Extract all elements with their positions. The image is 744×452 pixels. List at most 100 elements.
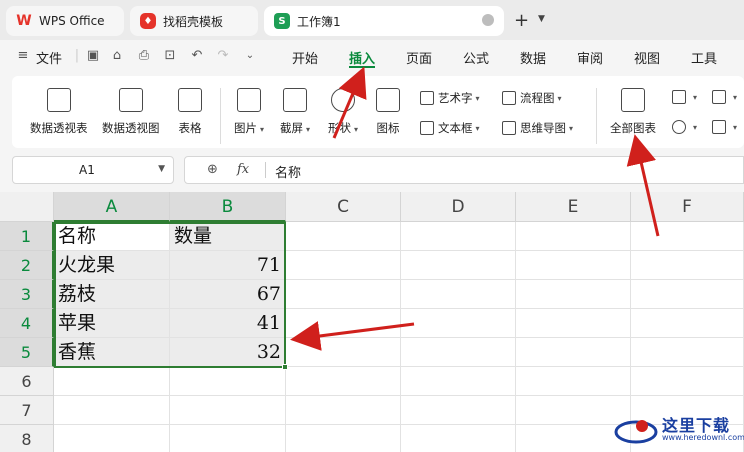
- empty-cell[interactable]: [286, 222, 401, 251]
- table-button[interactable]: 表格: [178, 88, 202, 136]
- empty-cell[interactable]: [516, 222, 631, 251]
- column-header-f[interactable]: F: [631, 192, 744, 222]
- empty-cell[interactable]: [286, 309, 401, 338]
- redo-icon[interactable]: ↷: [216, 49, 230, 63]
- row-header-8[interactable]: 8: [0, 425, 54, 452]
- cell-a5[interactable]: 香蕉: [54, 338, 170, 367]
- flowchart-button[interactable]: 流程图 ▾: [502, 90, 562, 106]
- wordart-button[interactable]: 艺术字 ▾: [420, 90, 480, 106]
- cell-a3[interactable]: 荔枝: [54, 280, 170, 309]
- empty-cell[interactable]: [401, 367, 516, 396]
- empty-cell[interactable]: [286, 425, 401, 452]
- export-icon[interactable]: ⌂: [110, 49, 124, 63]
- empty-cell[interactable]: [631, 280, 744, 309]
- cell-b3[interactable]: 67: [170, 280, 286, 309]
- row-header-6[interactable]: 6: [0, 367, 54, 396]
- empty-cell[interactable]: [516, 338, 631, 367]
- chevron-down-icon[interactable]: ▼: [158, 164, 165, 174]
- print-preview-icon[interactable]: ⊡: [163, 49, 177, 63]
- tab-docer-templates[interactable]: ♦ 找稻壳模板: [130, 6, 258, 36]
- empty-cell[interactable]: [54, 367, 170, 396]
- column-header-b[interactable]: B: [170, 192, 286, 222]
- empty-cell[interactable]: [54, 425, 170, 452]
- row-header-1[interactable]: 1: [0, 222, 54, 251]
- fill-handle[interactable]: [282, 364, 288, 370]
- column-header-c[interactable]: C: [286, 192, 401, 222]
- column-header-e[interactable]: E: [516, 192, 631, 222]
- menu-data[interactable]: 数据: [520, 48, 546, 67]
- empty-cell[interactable]: [516, 251, 631, 280]
- row-header-7[interactable]: 7: [0, 396, 54, 425]
- menu-insert[interactable]: 插入: [349, 48, 375, 67]
- undo-icon[interactable]: ↶: [190, 49, 204, 63]
- textbox-button[interactable]: 文本框 ▾: [420, 120, 480, 136]
- empty-cell[interactable]: [286, 280, 401, 309]
- empty-cell[interactable]: [401, 425, 516, 452]
- menu-home[interactable]: 开始: [292, 48, 318, 67]
- column-header-d[interactable]: D: [401, 192, 516, 222]
- menu-formulas[interactable]: 公式: [463, 48, 489, 67]
- empty-cell[interactable]: [286, 338, 401, 367]
- fx-icon[interactable]: fx: [237, 162, 249, 177]
- pivot-table-button[interactable]: 数据透视表: [30, 88, 88, 136]
- icon-button[interactable]: 图标: [376, 88, 400, 136]
- formula-input[interactable]: ⊕ fx 名称: [184, 156, 744, 184]
- tab-workbook1[interactable]: S 工作簿1: [264, 6, 504, 36]
- quick-access-dropdown-icon[interactable]: ⌄: [243, 49, 257, 63]
- file-menu[interactable]: 文件: [36, 48, 62, 67]
- empty-cell[interactable]: [286, 251, 401, 280]
- empty-cell[interactable]: [286, 367, 401, 396]
- new-tab-plus-icon[interactable]: +: [514, 10, 529, 31]
- cell-a4[interactable]: 苹果: [54, 309, 170, 338]
- scatter-chart-dropdown[interactable]: ▾: [712, 120, 737, 134]
- empty-cell[interactable]: [401, 338, 516, 367]
- cell-b1[interactable]: 数量: [170, 222, 286, 251]
- menu-view[interactable]: 视图: [634, 48, 660, 67]
- menu-page[interactable]: 页面: [406, 48, 432, 67]
- row-header-4[interactable]: 4: [0, 309, 54, 338]
- cell-a1[interactable]: 名称: [54, 222, 170, 251]
- column-chart-dropdown[interactable]: ▾: [672, 90, 697, 104]
- name-box[interactable]: A1 ▼: [12, 156, 174, 184]
- column-header-a[interactable]: A: [54, 192, 170, 222]
- empty-cell[interactable]: [516, 280, 631, 309]
- empty-cell[interactable]: [631, 367, 744, 396]
- empty-cell[interactable]: [170, 425, 286, 452]
- screenshot-button[interactable]: 截屏 ▾: [280, 88, 310, 136]
- cell-a2[interactable]: 火龙果: [54, 251, 170, 280]
- pie-chart-dropdown[interactable]: ▾: [672, 120, 697, 134]
- mindmap-button[interactable]: 思维导图 ▾: [502, 120, 573, 136]
- empty-cell[interactable]: [401, 396, 516, 425]
- empty-cell[interactable]: [401, 251, 516, 280]
- save-icon[interactable]: ▣: [86, 49, 100, 63]
- shape-button[interactable]: 形状 ▾: [328, 88, 358, 136]
- zoom-search-icon[interactable]: ⊕: [207, 162, 218, 177]
- empty-cell[interactable]: [516, 309, 631, 338]
- print-icon[interactable]: ⎙: [137, 49, 151, 63]
- select-all-corner[interactable]: [0, 192, 54, 222]
- empty-cell[interactable]: [631, 338, 744, 367]
- menu-review[interactable]: 审阅: [577, 48, 603, 67]
- cell-b2[interactable]: 71: [170, 251, 286, 280]
- empty-cell[interactable]: [631, 251, 744, 280]
- empty-cell[interactable]: [54, 396, 170, 425]
- empty-cell[interactable]: [401, 222, 516, 251]
- all-charts-button[interactable]: 全部图表: [610, 88, 656, 136]
- empty-cell[interactable]: [516, 367, 631, 396]
- cell-b4[interactable]: 41: [170, 309, 286, 338]
- empty-cell[interactable]: [631, 222, 744, 251]
- empty-cell[interactable]: [170, 367, 286, 396]
- close-tab-icon[interactable]: [482, 14, 494, 26]
- hamburger-menu-icon[interactable]: ≡: [16, 49, 30, 63]
- tab-wps-office[interactable]: W WPS Office: [6, 6, 124, 36]
- pivot-chart-button[interactable]: 数据透视图: [102, 88, 160, 136]
- row-header-3[interactable]: 3: [0, 280, 54, 309]
- row-header-5[interactable]: 5: [0, 338, 54, 367]
- picture-button[interactable]: 图片 ▾: [234, 88, 264, 136]
- chevron-down-icon[interactable]: ▼: [538, 14, 545, 24]
- row-header-2[interactable]: 2: [0, 251, 54, 280]
- empty-cell[interactable]: [401, 280, 516, 309]
- empty-cell[interactable]: [401, 309, 516, 338]
- empty-cell[interactable]: [170, 396, 286, 425]
- line-chart-dropdown[interactable]: ▾: [712, 90, 737, 104]
